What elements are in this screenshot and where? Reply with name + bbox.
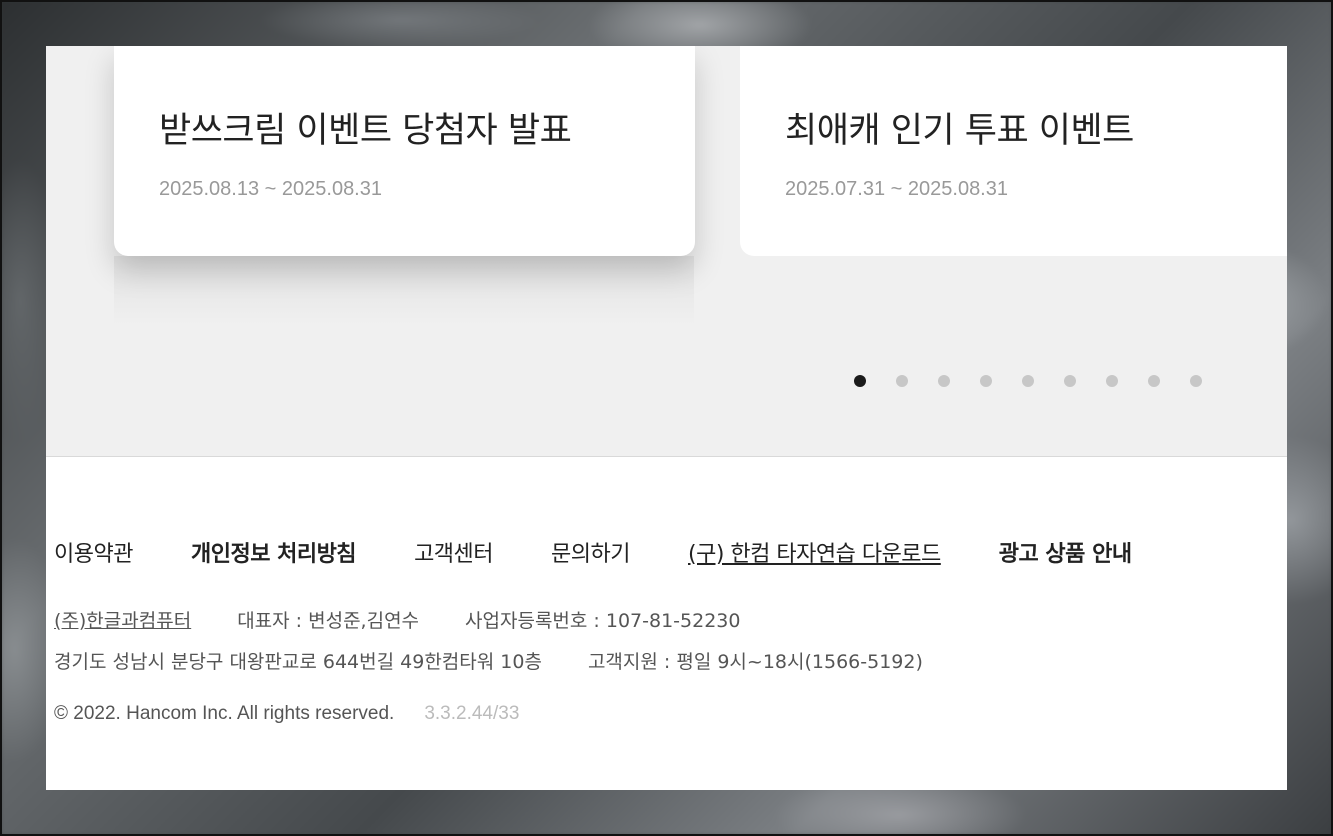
pagination-dot[interactable] [938, 375, 950, 387]
version-text: 3.3.2.44/33 [424, 703, 520, 724]
pagination-dot[interactable] [1190, 375, 1202, 387]
company-name-link[interactable]: (주)한글과컴퓨터 [54, 606, 191, 633]
event-title: 받쓰크림 이벤트 당첨자 발표 [159, 111, 572, 151]
pagination-dot[interactable] [1022, 375, 1034, 387]
card-shadow [114, 256, 694, 326]
pagination-dot[interactable] [1064, 375, 1076, 387]
customer-center-link[interactable]: 고객센터 [414, 536, 493, 568]
business-number-text: 사업자등록번호 : 107-81-52230 [465, 610, 741, 632]
inquiry-link[interactable]: 문의하기 [551, 536, 630, 568]
event-slider: 받쓰크림 이벤트 당첨자 발표 2025.08.13 ~ 2025.08.31 … [46, 46, 1287, 457]
footer-links: 이용약관 개인정보 처리방침 고객센터 문의하기 (구) 한컴 타자연습 다운로… [54, 536, 1190, 568]
legacy-typing-download-link[interactable]: (구) 한컴 타자연습 다운로드 [688, 536, 941, 568]
event-date: 2025.08.13 ~ 2025.08.31 [159, 178, 382, 200]
address-text: 경기도 성남시 분당구 대왕판교로 644번길 49한컴타워 10층 [54, 651, 542, 673]
ceo-text: 대표자 : 변성준,김연수 [237, 610, 420, 632]
event-title: 최애캐 인기 투표 이벤트 [785, 111, 1134, 151]
pagination-dot[interactable] [896, 375, 908, 387]
support-hours-text: 고객지원 : 평일 9시~18시(1566-5192) [587, 651, 923, 673]
copyright-text: © 2022. Hancom Inc. All rights reserved. [54, 703, 395, 724]
company-info-row: (주)한글과컴퓨터 대표자 : 변성준,김연수 사업자등록번호 : 107-81… [54, 606, 740, 633]
event-card[interactable]: 받쓰크림 이벤트 당첨자 발표 2025.08.13 ~ 2025.08.31 [114, 46, 695, 256]
terms-link[interactable]: 이용약관 [54, 536, 133, 568]
pagination-dot[interactable] [1148, 375, 1160, 387]
slider-pagination [854, 374, 1232, 388]
main-panel: 받쓰크림 이벤트 당첨자 발표 2025.08.13 ~ 2025.08.31 … [46, 46, 1287, 790]
copyright-row: © 2022. Hancom Inc. All rights reserved.… [54, 703, 519, 725]
privacy-policy-link[interactable]: 개인정보 처리방침 [191, 536, 357, 568]
address-row: 경기도 성남시 분당구 대왕판교로 644번길 49한컴타워 10층 고객지원 … [54, 647, 923, 674]
event-card[interactable]: 최애캐 인기 투표 이벤트 2025.07.31 ~ 2025.08.31 [740, 46, 1287, 256]
pagination-dot[interactable] [1106, 375, 1118, 387]
pagination-dot[interactable] [854, 375, 866, 387]
event-date: 2025.07.31 ~ 2025.08.31 [785, 178, 1008, 200]
pagination-dot[interactable] [980, 375, 992, 387]
ad-products-link[interactable]: 광고 상품 안내 [999, 536, 1132, 568]
